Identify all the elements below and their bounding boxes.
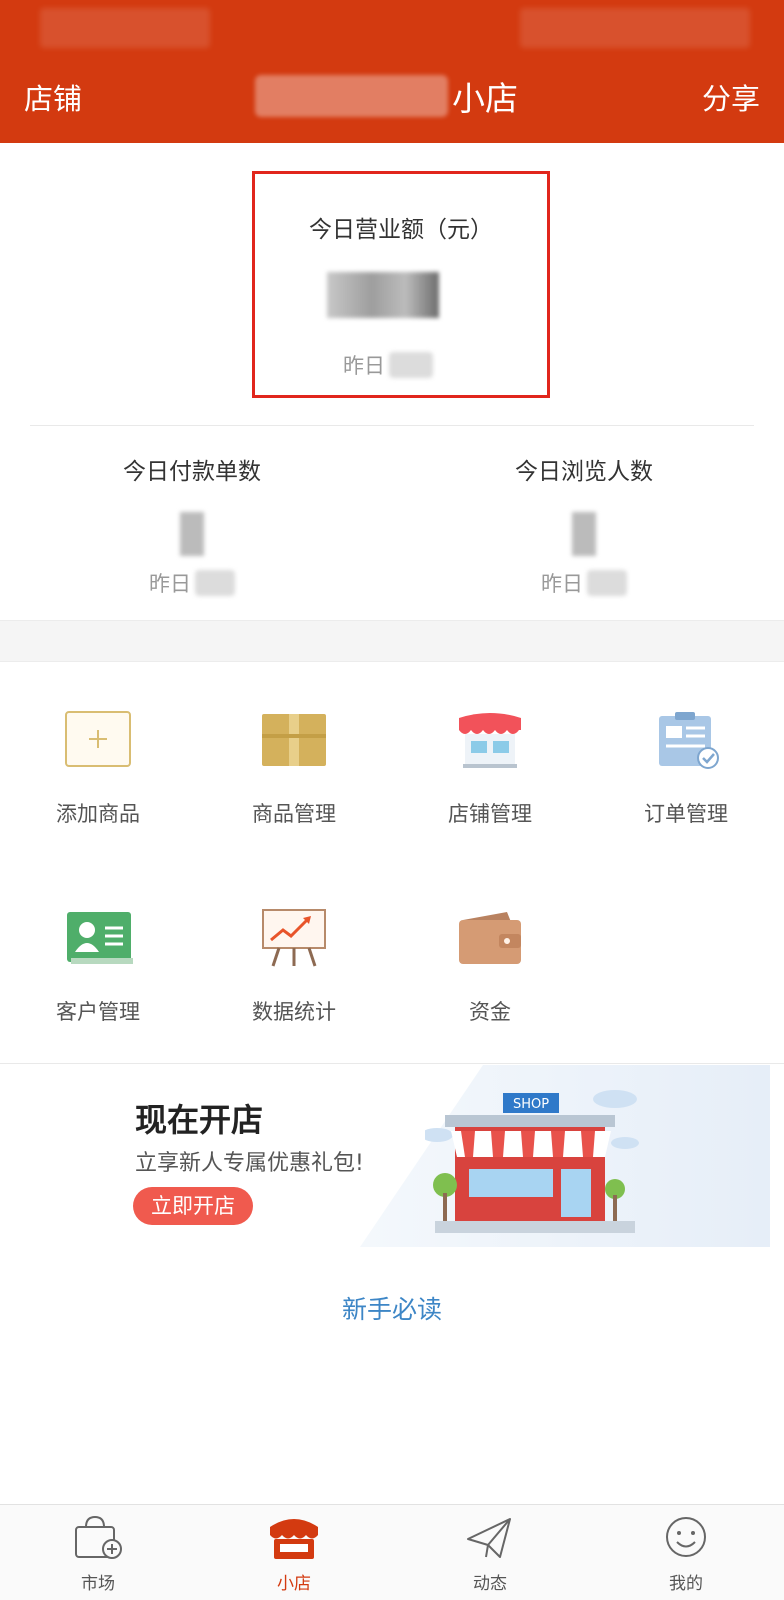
tab-feed[interactable]: 动态 [392, 1515, 588, 1594]
today-revenue-label: 今日营业额（元） [309, 217, 493, 243]
banner-subtitle: 立享新人专属优惠礼包! [135, 1151, 364, 1176]
grid-label: 资金 [469, 1000, 511, 1024]
page-title-text: 小店 [452, 79, 518, 118]
divider [30, 425, 754, 426]
yesterday-value-blur [195, 570, 235, 596]
yesterday-visitors: 昨日 [454, 568, 714, 598]
grid-label: 数据统计 [252, 1000, 336, 1024]
today-orders-value [180, 512, 204, 556]
today-revenue-value [327, 272, 439, 318]
beginner-guide-link[interactable]: 新手必读 [0, 1290, 784, 1326]
yesterday-value-blur [587, 570, 627, 596]
shop-name-blur [255, 75, 448, 117]
section-gap [0, 620, 784, 662]
share-button[interactable]: 分享 [702, 76, 760, 118]
page-title: 小店 [255, 72, 518, 120]
grid-customer-management[interactable]: 客户管理 [0, 908, 196, 1026]
smiley-icon [658, 1515, 714, 1561]
contact-card-icon [63, 908, 133, 968]
grid-label: 订单管理 [644, 802, 728, 826]
grid-label: 商品管理 [252, 802, 336, 826]
shop-menu-button[interactable]: 店铺 [24, 76, 82, 118]
market-bag-icon [70, 1515, 126, 1561]
tab-label: 市场 [81, 1574, 115, 1594]
shop-illustration: SHOP [425, 1090, 639, 1233]
divider [0, 1063, 784, 1064]
chart-board-icon [259, 908, 329, 968]
tab-shop[interactable]: 小店 [196, 1515, 392, 1594]
tab-market[interactable]: 市场 [0, 1515, 196, 1594]
open-shop-banner[interactable]: SHOP 现在开店 立享新人专属优惠礼包! 立即开店 [0, 1065, 784, 1247]
open-shop-button[interactable]: 立即开店 [133, 1187, 253, 1225]
grid-add-product[interactable]: 添加商品 [0, 710, 196, 828]
today-revenue-card[interactable]: 今日营业额（元） 昨日 [252, 171, 550, 398]
tab-label: 我的 [669, 1574, 703, 1594]
storefront-icon [455, 710, 525, 770]
shop-sign-text: SHOP [513, 1097, 549, 1112]
box-icon [259, 710, 329, 770]
grid-funds[interactable]: 资金 [392, 908, 588, 1026]
yesterday-orders: 昨日 [62, 568, 322, 598]
yesterday-label: 昨日 [149, 572, 191, 596]
grid-label: 店铺管理 [448, 802, 532, 826]
shop-icon [266, 1515, 322, 1561]
yesterday-revenue: 昨日 [343, 350, 433, 380]
yesterday-value-blur [389, 352, 433, 378]
today-visitors-value [572, 512, 596, 556]
grid-label: 添加商品 [56, 802, 140, 826]
yesterday-label: 昨日 [343, 354, 385, 378]
add-product-icon [63, 710, 133, 770]
tab-label: 动态 [473, 1574, 507, 1594]
bottom-tab-bar: 市场 小店 动态 我的 [0, 1504, 784, 1600]
paper-plane-icon [462, 1515, 518, 1561]
today-visitors-label: 今日浏览人数 [515, 459, 653, 485]
banner-title: 现在开店 [135, 1101, 264, 1139]
status-bar-blur [520, 8, 750, 48]
grid-data-statistics[interactable]: 数据统计 [196, 908, 392, 1026]
today-visitors-stat[interactable]: 今日浏览人数 昨日 [454, 452, 714, 598]
yesterday-label: 昨日 [541, 572, 583, 596]
today-orders-stat[interactable]: 今日付款单数 昨日 [62, 452, 322, 598]
top-bar: 店铺 小店 分享 [0, 0, 784, 143]
wallet-icon [455, 908, 525, 968]
grid-product-management[interactable]: 商品管理 [196, 710, 392, 828]
grid-order-management[interactable]: 订单管理 [588, 710, 784, 828]
grid-label: 客户管理 [56, 1000, 140, 1024]
status-bar-blur [40, 8, 210, 48]
clipboard-check-icon [651, 710, 721, 770]
tab-label: 小店 [277, 1574, 311, 1594]
tab-mine[interactable]: 我的 [588, 1515, 784, 1594]
today-orders-label: 今日付款单数 [123, 459, 261, 485]
grid-shop-management[interactable]: 店铺管理 [392, 710, 588, 828]
